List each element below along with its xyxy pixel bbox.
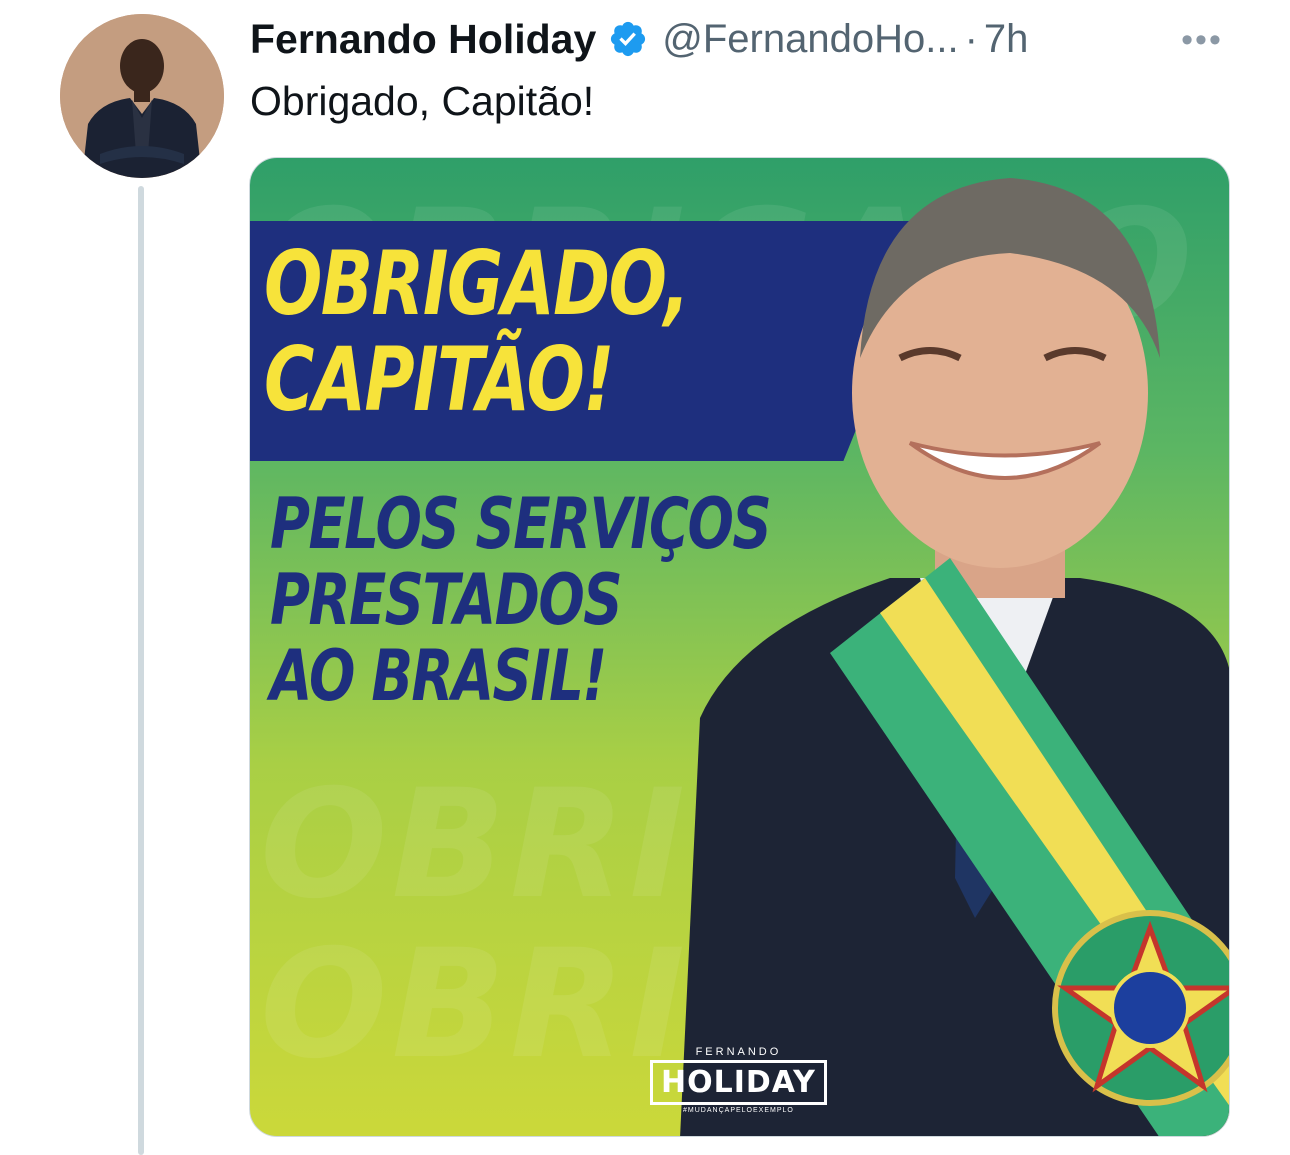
- tweet-media-image[interactable]: OBRIGADO OBRIGADO OBRIGADO OBRIGADO, CAP…: [249, 157, 1230, 1137]
- headline-line: OBRIGADO,: [264, 232, 690, 335]
- headline-line: CAPITÃO!: [264, 328, 615, 431]
- holiday-logo: FERNANDO HOLIDAY #MUDANÇAPELOEXEMPLO: [650, 1046, 827, 1114]
- separator-dot: ·: [964, 16, 978, 61]
- tweet[interactable]: Fernando Holiday @FernandoHo... · 7h •••…: [0, 0, 1290, 1155]
- logo-top: FERNANDO: [695, 1046, 782, 1058]
- display-name[interactable]: Fernando Holiday: [250, 16, 596, 63]
- thread-line: [138, 186, 144, 1155]
- avatar[interactable]: [60, 14, 224, 178]
- logo-main: HOLIDAY: [650, 1060, 827, 1105]
- logo-sub: #MUDANÇAPELOEXEMPLO: [683, 1107, 794, 1114]
- verified-badge-icon: [608, 19, 648, 59]
- avatar-portrait: [60, 14, 224, 178]
- ellipsis-icon[interactable]: •••: [1174, 20, 1230, 60]
- portrait-illustration: [680, 178, 1229, 1136]
- tweet-header: Fernando Holiday @FernandoHo... · 7h •••: [250, 12, 1230, 66]
- headline: OBRIGADO, CAPITÃO!: [264, 232, 690, 431]
- handle[interactable]: @FernandoHo...: [662, 17, 958, 62]
- tweet-text: Obrigado, Capitão!: [250, 78, 595, 124]
- timestamp[interactable]: 7h: [984, 17, 1029, 62]
